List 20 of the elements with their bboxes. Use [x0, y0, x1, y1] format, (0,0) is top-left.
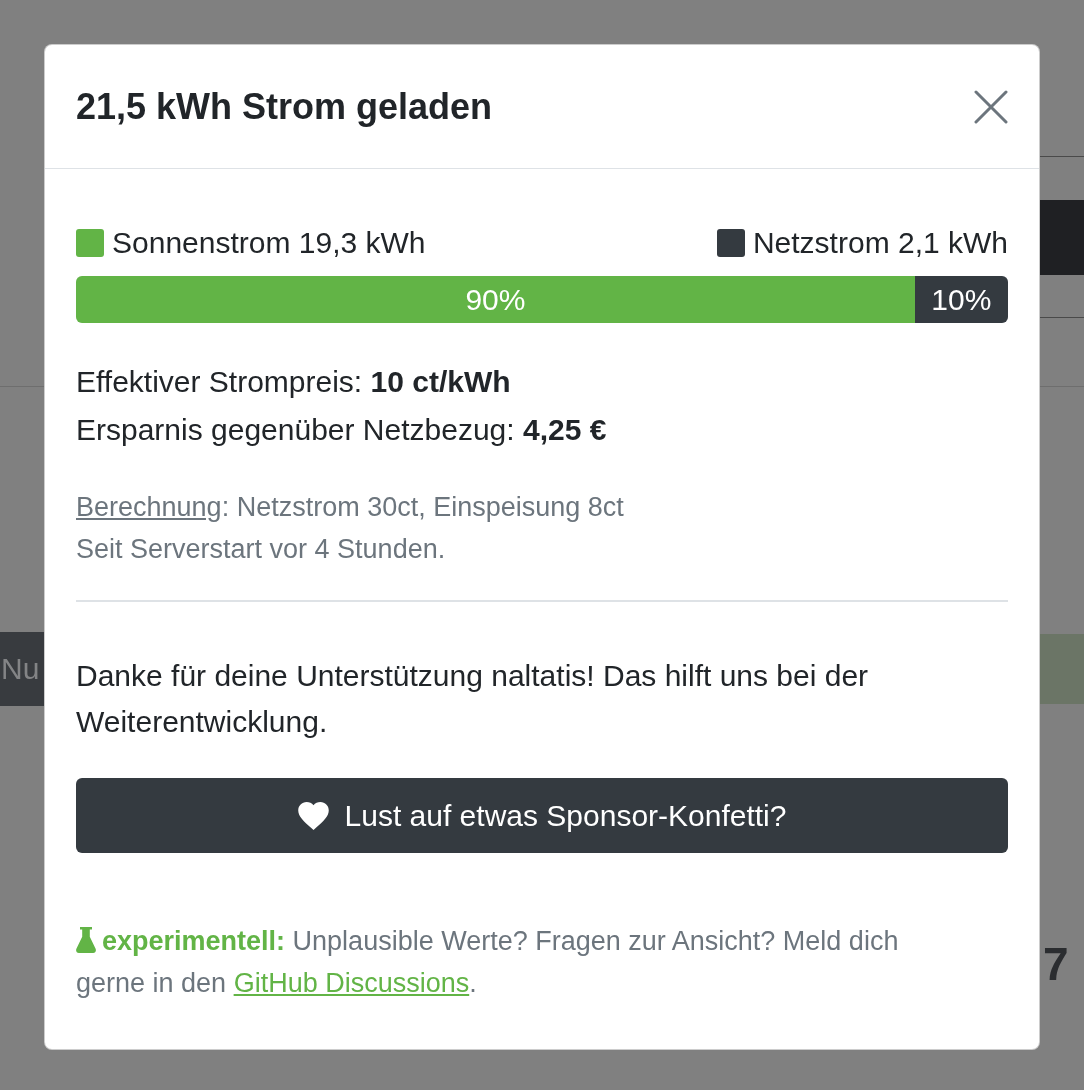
close-icon [974, 89, 1008, 124]
heart-icon [297, 801, 329, 830]
calculation-note: Berechnung: Netzstrom 30ct, Einspeisung 8ct [76, 491, 625, 524]
experimental-note: experimentell: Unplausible Werte? Fragen zur Ansicht? Meld dich gerne in den GitHub Discussions. [76, 925, 900, 1000]
thanks-message: Danke für deine Unterstützung naltatis! Das hilft uns bei der Weiterentwicklung. [76, 658, 870, 740]
legend-label: Netzstrom 2,1 kWh [752, 225, 1008, 261]
legend-label: Sonnenstrom 19,3 kWh [112, 225, 426, 261]
sponsor-button[interactable]: Lust auf etwas Sponsor-Konfetti? [76, 778, 1008, 853]
background-panel [1040, 634, 1084, 704]
background-label: Nu [0, 632, 44, 706]
share-bar-segment: 90% [76, 276, 915, 323]
uptime-note: Seit Serverstart vor 4 Stunden. [76, 533, 447, 566]
calculation-link[interactable]: Berechnung [76, 492, 222, 522]
discussions-link[interactable]: GitHub Discussions [233, 968, 470, 998]
share-bar-segment: 10% [914, 276, 1008, 323]
stat-line: Ersparnis gegenüber Netzbezug: 4,25 € [76, 412, 608, 448]
dialog-title: 21,5 kWh Strom geladen [76, 84, 493, 129]
stat-line: Effektiver Strompreis: 10 ct/kWh [76, 364, 512, 400]
background-text: 7 [1042, 937, 1070, 992]
flask-icon [76, 927, 96, 953]
